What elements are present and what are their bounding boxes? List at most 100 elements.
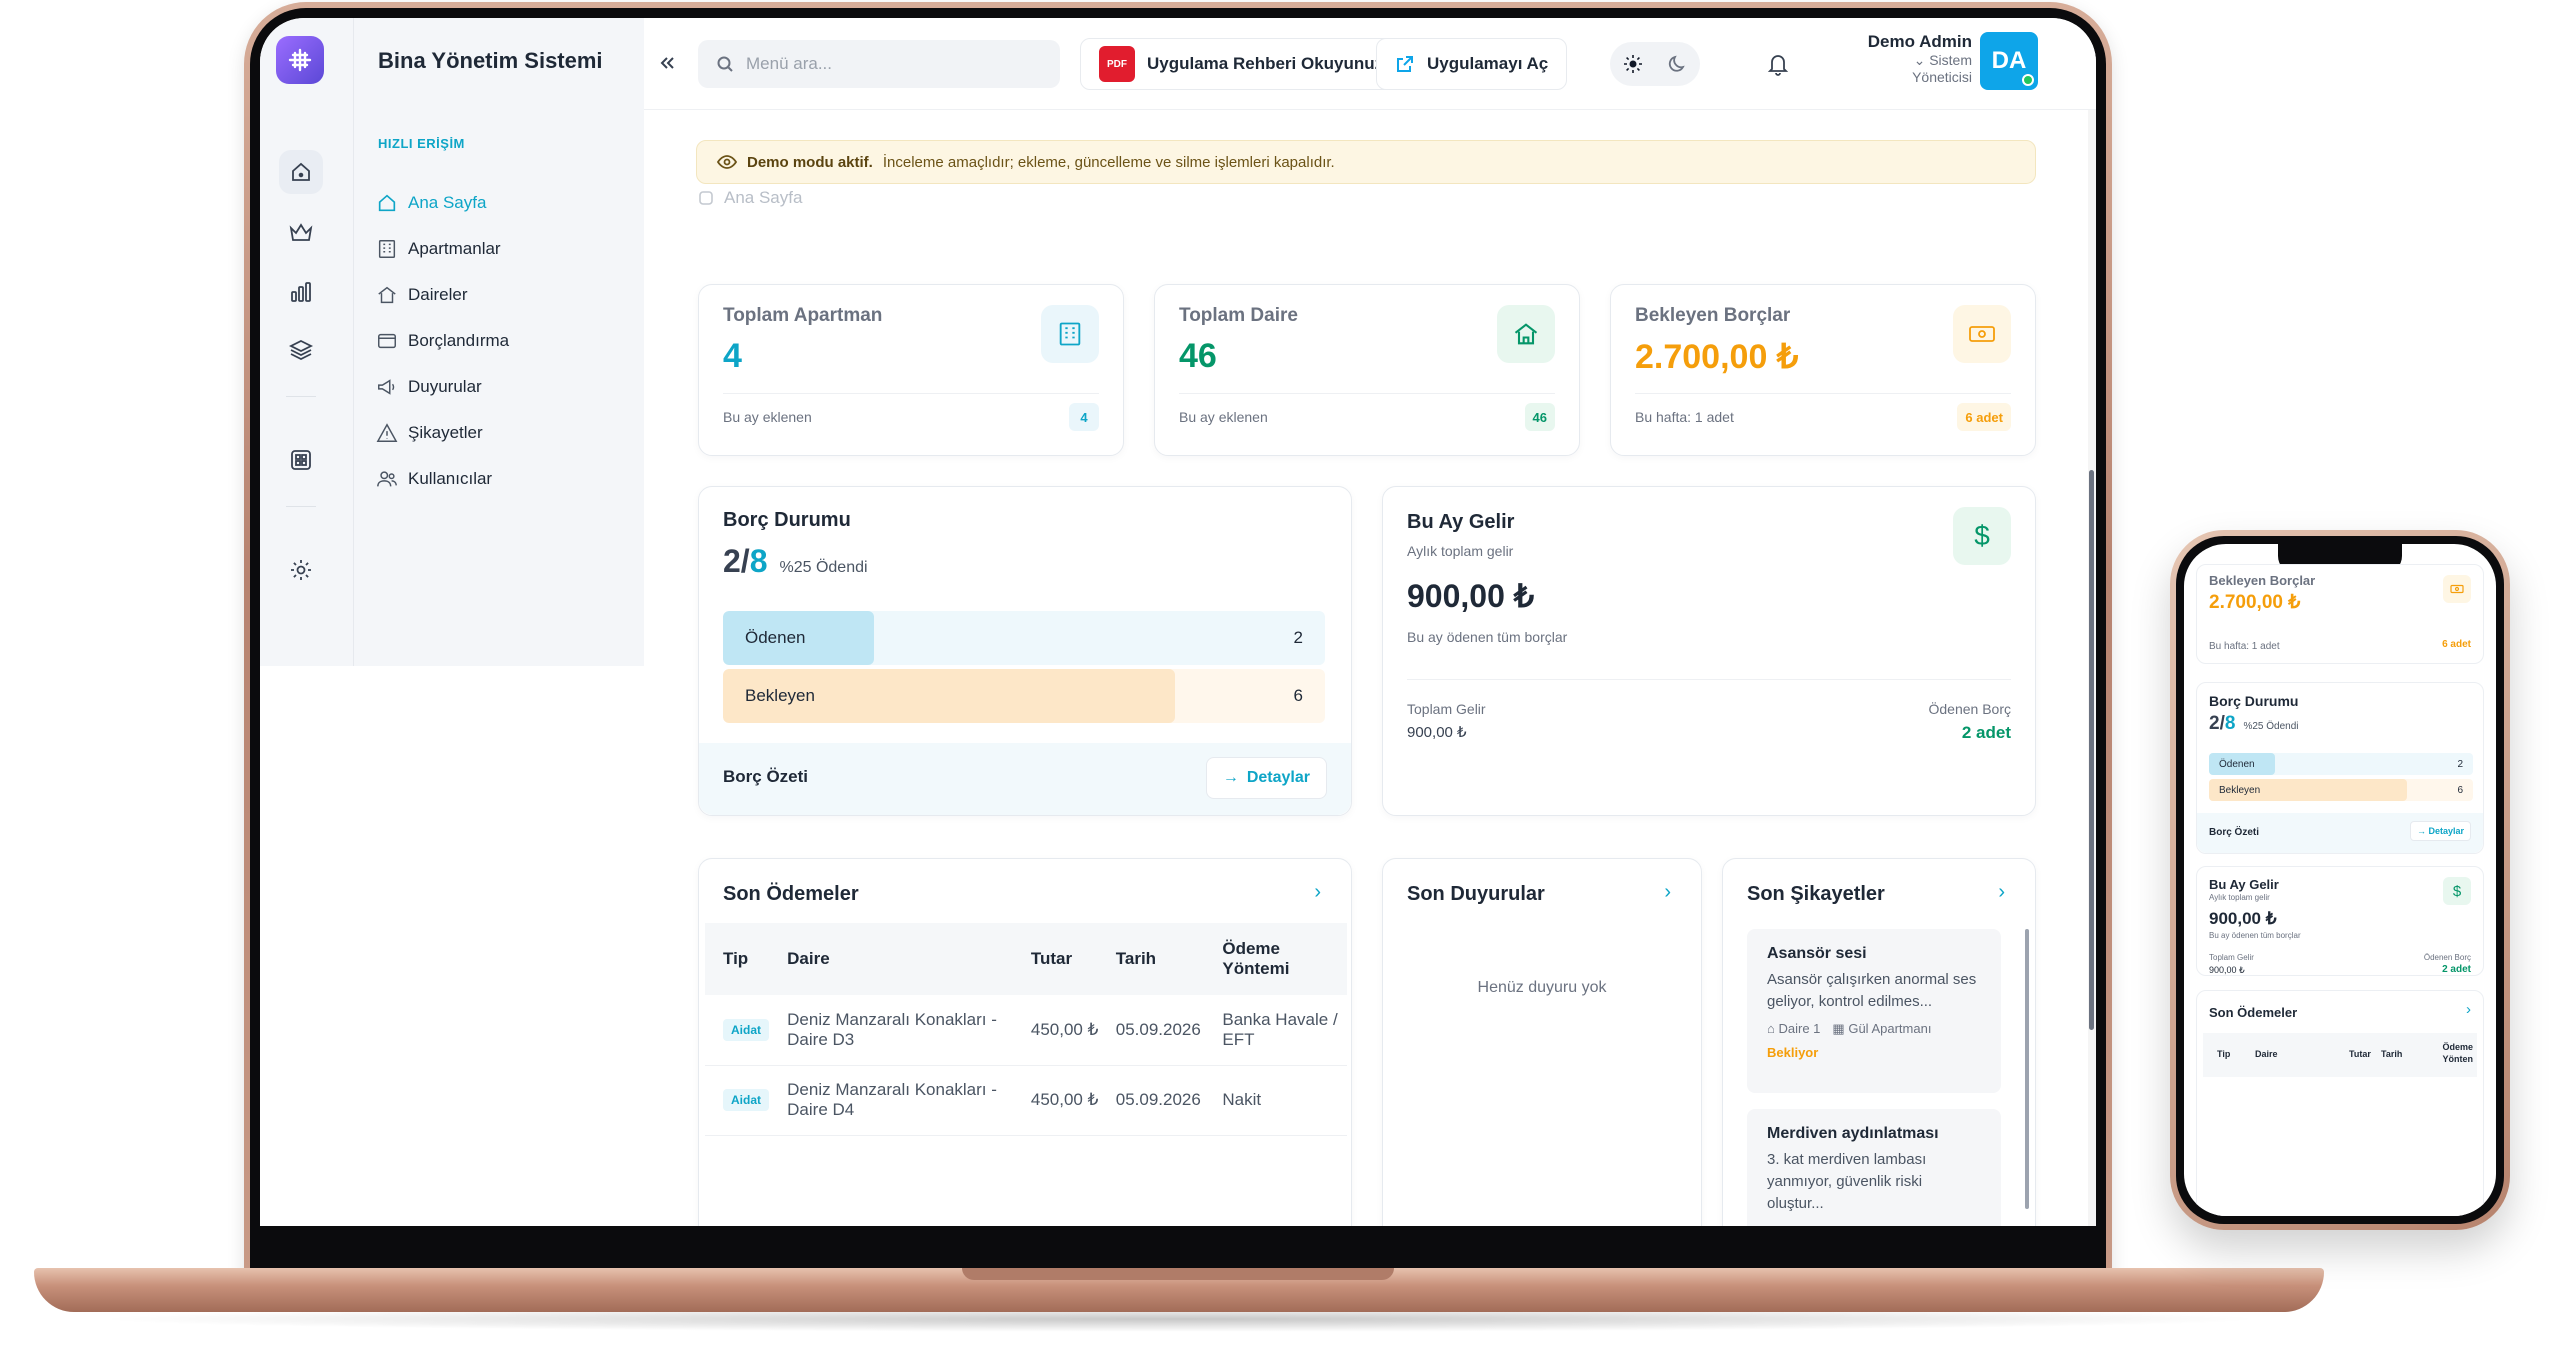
scrollbar-thumb[interactable]	[2025, 929, 2029, 1209]
sun-icon[interactable]	[1623, 54, 1643, 74]
phone-paid-bar[interactable]: Ödenen 2	[2209, 753, 2473, 775]
warning-icon	[376, 423, 398, 442]
chevron-right-icon[interactable]: ›	[1314, 881, 1321, 904]
complaint-item[interactable]: Asansör sesi Asansör çalışırken anormal …	[1747, 929, 2001, 1093]
app-logo-icon[interactable]	[276, 36, 324, 84]
sidebar-item-complaints[interactable]: Şikayetler	[376, 418, 483, 448]
laptop-notch	[962, 1268, 1394, 1280]
page-scrollbar-track[interactable]	[2088, 110, 2096, 1226]
paid-progress-bar[interactable]: Ödenen 2	[723, 611, 1325, 665]
complaint-text: 3. kat merdiven lambası yanmıyor, güvenl…	[1767, 1151, 1927, 1212]
house-icon: ⌂	[1767, 1021, 1775, 1036]
notifications-bell-icon[interactable]	[1758, 42, 1798, 86]
rail-layers-icon[interactable]	[279, 328, 323, 372]
card-divider	[1179, 393, 1555, 394]
sidebar-item-label: Duyurular	[408, 377, 482, 396]
recent-announcements-title: Son Duyurular	[1407, 883, 1545, 905]
breadcrumb[interactable]: Ana Sayfa	[698, 188, 802, 208]
user-role-line2: Yöneticisi	[1912, 69, 1972, 85]
complaint-item[interactable]: Merdiven aydınlatması 3. kat merdiven la…	[1747, 1109, 2001, 1226]
read-guide-label: Uygulama Rehberi Okuyunuz	[1147, 54, 1384, 73]
sidebar-item-apartments[interactable]: Apartmanlar	[376, 234, 501, 264]
breadcrumb-label: Ana Sayfa	[724, 188, 803, 207]
phone-income-note: Bu ay ödenen tüm borçlar	[2209, 931, 2301, 940]
rail-apps-icon[interactable]	[279, 438, 323, 482]
users-icon	[377, 471, 397, 487]
debt-summary-footer: Borç Özeti → Detaylar	[699, 743, 1351, 815]
building-icon	[378, 240, 396, 258]
stat-label: Toplam Daire	[1179, 305, 1298, 326]
sidebar-item-label: Kullanıcılar	[408, 469, 493, 488]
avatar[interactable]: DA	[1980, 32, 2038, 90]
rail-crown-icon[interactable]	[279, 210, 323, 254]
debt-details-button[interactable]: → Detaylar	[1205, 757, 1327, 799]
user-menu[interactable]: Demo Admin ⌄ Sistem Yöneticisi	[1852, 32, 1972, 86]
pending-progress-bar[interactable]: Bekleyen 6	[723, 669, 1325, 723]
pending-value: 6	[1293, 686, 1303, 705]
sidebar-item-announcements[interactable]: Duyurular	[376, 372, 482, 402]
stat-badge: 4	[1069, 403, 1099, 431]
payment-unit: Deniz Manzaralı Konakları - Daire D3	[787, 1009, 997, 1049]
sidebar-item-billing[interactable]: Borçlandırma	[376, 326, 509, 356]
debt-summary-label: Borç Özeti	[723, 767, 809, 786]
stat-card-pending-debts[interactable]: Bekleyen Borçlar 2.700,00 ₺ Bu hafta: 1 …	[1610, 284, 2036, 456]
theme-toggle[interactable]	[1610, 42, 1700, 86]
phone-pending-bar[interactable]: Bekleyen 6	[2209, 779, 2473, 801]
phone-details-button[interactable]: → Detaylar	[2409, 821, 2471, 841]
phone-pending-debts-card[interactable]: Bekleyen Borçlar 2.700,00 ₺ Bu hafta: 1 …	[2196, 564, 2484, 664]
read-guide-button[interactable]: PDF Uygulama Rehberi Okuyunuz	[1080, 38, 1403, 90]
chevron-right-icon[interactable]: ›	[1998, 881, 2005, 904]
sidebar-item-home[interactable]: Ana Sayfa	[376, 188, 486, 218]
payment-date: 05.09.2026	[1115, 1019, 1201, 1039]
cash-icon	[2443, 575, 2471, 603]
payment-amount: 450,00 ₺	[1030, 1090, 1099, 1109]
payment-method: Banka Havale / EFT	[1222, 1009, 1338, 1049]
monthly-income-card: Bu Ay Gelir Aylık toplam gelir $ 900,00 …	[1382, 486, 2036, 816]
column-header: Ödeme Yöntemi	[1222, 939, 1290, 978]
sidebar-item-units[interactable]: Daireler	[376, 280, 468, 310]
payment-method: Nakit	[1222, 1090, 1262, 1109]
stat-footer: Bu hafta: 1 adet	[1635, 409, 1734, 425]
debt-paid-count: 2	[723, 543, 741, 579]
phone-income-title: Bu Ay Gelir	[2209, 877, 2279, 892]
moon-icon[interactable]	[1668, 54, 1688, 74]
paid-label: Ödenen	[745, 628, 806, 647]
arrow-right-icon: →	[1222, 769, 1239, 786]
sidebar: Bina Yönetim Sistemi HIZLI ERİŞİM Ana Sa…	[354, 18, 644, 666]
card-divider	[1407, 679, 2011, 680]
rail-settings-gear-icon[interactable]	[279, 548, 323, 592]
external-link-icon	[1397, 56, 1413, 72]
cash-icon	[1953, 305, 2011, 363]
phone-stat-label: Bekleyen Borçlar	[2209, 573, 2316, 588]
phone-income-subtitle: Aylık toplam gelir	[2209, 893, 2270, 902]
sidebar-item-label: Borçlandırma	[408, 331, 510, 350]
card-divider	[1635, 393, 2011, 394]
menu-search-input[interactable]: Menü ara...	[698, 40, 1060, 88]
home-icon	[699, 191, 713, 205]
table-row[interactable]: Aidat Deniz Manzaralı Konakları - Daire …	[705, 1065, 1347, 1135]
payment-amount: 450,00 ₺	[1030, 1019, 1099, 1039]
quick-access-label: HIZLI ERİŞİM	[378, 136, 465, 151]
collapse-sidebar-icon[interactable]	[654, 44, 680, 82]
table-row[interactable]: Aidat Deniz Manzaralı Konakları - Daire …	[705, 995, 1347, 1065]
open-app-button[interactable]: Uygulamayı Aç	[1376, 38, 1568, 90]
page-scrollbar-thumb[interactable]	[2089, 470, 2094, 1030]
eye-icon	[717, 155, 737, 169]
debt-percent: %25 Ödendi	[779, 559, 868, 576]
rail-home-icon[interactable]	[279, 150, 323, 194]
chevron-right-icon[interactable]: ›	[2466, 1001, 2471, 1018]
online-status-dot	[2022, 74, 2034, 86]
debt-ratio: 2/8 %25 Ödendi	[723, 543, 868, 580]
sidebar-item-label: Ana Sayfa	[408, 193, 487, 212]
phone-debt-status-card: Borç Durumu 2/8 %25 Ödendi Ödenen 2 Bekle…	[2196, 682, 2484, 854]
stat-card-apartments[interactable]: Toplam Apartman 4 Bu ay eklenen 4	[698, 284, 1124, 456]
complaint-text: Asansör çalışırken anormal ses geliyor, …	[1767, 971, 1977, 1010]
stat-card-units[interactable]: Toplam Daire 46 Bu ay eklenen 46	[1154, 284, 1580, 456]
sidebar-item-users[interactable]: Kullanıcılar	[376, 464, 492, 494]
phone-total-label: Toplam Gelir	[2209, 953, 2254, 962]
rail-chart-icon[interactable]	[279, 270, 323, 314]
search-placeholder: Menü ara...	[746, 54, 832, 73]
chevron-right-icon[interactable]: ›	[1664, 881, 1671, 904]
recent-announcements-card: Son Duyurular › Henüz duyuru yok	[1382, 858, 1702, 1226]
debt-status-card: Borç Durumu 2/8 %25 Ödendi Ödenen 2 Bekl…	[698, 486, 1352, 816]
